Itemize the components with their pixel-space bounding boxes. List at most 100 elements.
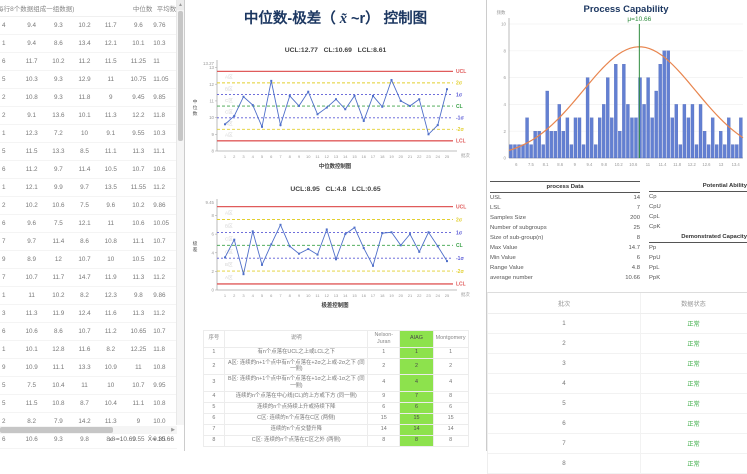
- histogram-bar: [550, 131, 553, 158]
- clipped-value-cell: 9: [0, 364, 18, 371]
- demonstrated-capacity-title: Demonstrated Capacity: [649, 232, 747, 243]
- value-cell: 8.9: [18, 256, 46, 263]
- process-data-value: 4.8: [632, 263, 640, 273]
- median-control-chart: 13.278910111213中位数UCL2σ1σCL-1σ-2σLCLA区B区…: [185, 55, 485, 179]
- y-tick-label: 8: [504, 48, 507, 53]
- histogram-bar: [723, 145, 726, 158]
- limit-line-label: -2σ: [456, 269, 464, 275]
- histogram-bar: [663, 51, 666, 158]
- x-tick-label: 11: [315, 154, 320, 159]
- data-point-marker: [298, 253, 300, 255]
- x-axis-title: 极差控制图: [322, 301, 350, 309]
- y-axis-title: 中: [193, 98, 198, 105]
- clipped-value-cell: 7: [0, 238, 18, 245]
- data-point-marker: [252, 104, 254, 106]
- rules-cell: 6: [203, 413, 225, 424]
- limit-line-label: 2σ: [456, 217, 463, 223]
- clipped-value-cell: 2: [0, 202, 18, 209]
- table-row: 511.513.38.511.111.311.1: [0, 143, 177, 161]
- scroll-up-icon[interactable]: ▲: [177, 0, 184, 10]
- performance-index-label: PpU: [649, 253, 747, 263]
- scroll-right-icon[interactable]: ▶: [169, 426, 177, 434]
- data-point-marker: [335, 258, 337, 260]
- histogram-bar: [582, 145, 585, 158]
- x-tick-label: 15: [352, 293, 357, 298]
- value-cell: 11.7: [98, 22, 124, 29]
- mean-column-header: 平均数: [156, 3, 177, 13]
- value-cell: 10.2: [46, 292, 72, 299]
- table-row: 110.112.811.68.212.2511.8: [0, 341, 177, 359]
- process-data-row: Max Value14.7: [490, 243, 640, 253]
- value-cell: 11: [98, 76, 124, 83]
- rules-cell: 14: [433, 424, 468, 435]
- value-cell: 11.6: [71, 346, 98, 353]
- mean-cell: 10.0: [153, 418, 177, 425]
- histogram-bar: [715, 145, 718, 158]
- value-cell: 7.9: [46, 418, 72, 425]
- rules-cell: 2: [203, 358, 225, 375]
- x-tick-label: 6: [270, 293, 273, 298]
- clipped-value-cell: 5: [0, 76, 18, 83]
- batch-table-body: 1正常2正常3正常4正常5正常6正常7正常8正常: [488, 314, 747, 474]
- median-cell: 9.45: [124, 94, 154, 101]
- zone-label: A区: [225, 75, 233, 80]
- value-cell: 13.3: [46, 148, 72, 155]
- value-cell: 9.7: [46, 166, 72, 173]
- rules-cell: 8: [433, 435, 468, 446]
- table-row: 611.710.211.211.511.2511: [0, 53, 177, 71]
- vertical-scrollbar[interactable]: ▲: [176, 0, 184, 425]
- value-cell: 11.5: [18, 400, 46, 407]
- table-row: 98.91210.71010.510.2: [0, 251, 177, 269]
- y-tick-label: 0: [212, 288, 215, 293]
- horizontal-scrollbar-thumb[interactable]: [0, 427, 113, 433]
- rules-cell: 6: [368, 402, 400, 413]
- data-point-marker: [381, 232, 383, 234]
- y-axis-title: 位: [193, 104, 198, 111]
- data-point-marker: [233, 115, 235, 117]
- horizontal-scrollbar[interactable]: ▶: [0, 426, 177, 434]
- mean-cell: 10.3: [153, 130, 177, 137]
- value-cell: 9.4: [18, 22, 46, 29]
- value-cell: 10.6: [46, 202, 72, 209]
- data-point-marker: [418, 251, 420, 253]
- batch-status-cell: 正常: [640, 354, 746, 373]
- rules-row: 6C区: 连续的n个点落在C区 (两侧)151515: [203, 413, 468, 424]
- batch-row: 8正常: [488, 454, 747, 474]
- limit-line-label: LCL: [456, 282, 466, 288]
- histogram-bar: [602, 104, 605, 158]
- table-row: 710.711.714.711.911.311.2: [0, 269, 177, 287]
- histogram-bar: [703, 131, 706, 158]
- data-point-marker: [270, 80, 272, 82]
- value-cell: 10: [71, 130, 98, 137]
- median-cell: 10.1: [124, 40, 154, 47]
- process-data-label: Range Value: [490, 263, 524, 273]
- x-tick-label: 12.2: [688, 162, 697, 167]
- table-row: 910.911.113.310.91110.8: [0, 359, 177, 377]
- x-tick-label: 16: [362, 293, 367, 298]
- value-cell: 10.7: [18, 274, 46, 281]
- batch-number: 5: [488, 400, 640, 407]
- rules-cell: C区: 连续的n个点落在C区之外 (两侧): [225, 435, 368, 446]
- group-note-label: (每行8个数据组成一组数据): [0, 3, 85, 13]
- rules-cell: 2: [368, 358, 400, 375]
- value-cell: 12.1: [98, 40, 124, 47]
- data-point-marker: [354, 227, 356, 229]
- vertical-scrollbar-thumb[interactable]: [178, 11, 183, 141]
- histogram-bar: [683, 104, 686, 158]
- rules-cell: 有n个点落在UCL之上或LCL之下: [225, 347, 368, 358]
- process-data-value: 7: [637, 203, 640, 213]
- value-cell: 10: [98, 382, 124, 389]
- histogram-bar: [659, 64, 662, 158]
- value-cell: 10.9: [98, 364, 124, 371]
- y-tick-label: 8: [212, 213, 215, 218]
- table-row: 611.29.711.410.510.710.6: [0, 161, 177, 179]
- batch-row: 4正常: [488, 374, 747, 394]
- rules-cell: 14: [400, 424, 433, 435]
- histogram-bar: [522, 145, 525, 158]
- y-tick-label: 13: [209, 65, 214, 70]
- mean-cell: 11: [153, 58, 177, 65]
- process-data-row: Number of subgroups25: [490, 223, 640, 233]
- y-axis-title: 极: [193, 240, 198, 247]
- median-cell: 9.8: [124, 292, 154, 299]
- x-tick-label: 13: [334, 154, 339, 159]
